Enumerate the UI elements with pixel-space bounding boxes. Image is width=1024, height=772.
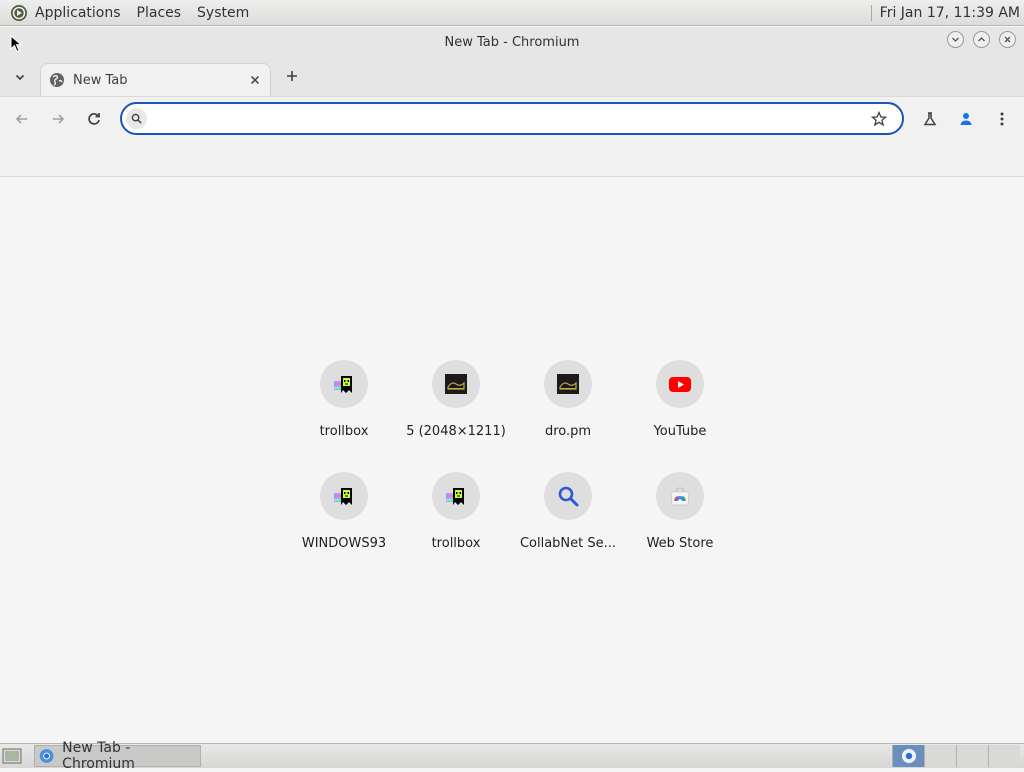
shortcut-label: YouTube: [653, 424, 707, 439]
shortcut-tile[interactable]: 5 (2048×1211): [400, 348, 512, 460]
top-panel: Applications Places System Fri Jan 17, 1…: [0, 0, 1024, 26]
shortcut-label: dro.pm: [544, 424, 592, 439]
shortcut-icon-circle: [320, 360, 368, 408]
trollbox-icon: [334, 376, 352, 393]
applications-menu[interactable]: Applications: [0, 0, 129, 25]
shortcut-icon-circle: [656, 360, 704, 408]
back-button[interactable]: [10, 107, 34, 131]
tab-strip: New Tab: [0, 57, 1024, 96]
panel-separator: [870, 4, 872, 21]
shortcut-label: trollbox: [431, 536, 481, 551]
shortcut-label: 5 (2048×1211): [406, 424, 506, 439]
tab-title: New Tab: [73, 72, 128, 88]
shortcut-tile[interactable]: YouTube: [624, 348, 736, 460]
trollbox-icon: [334, 488, 352, 505]
address-input[interactable]: [154, 108, 858, 130]
window-title: New Tab - Chromium: [444, 34, 580, 50]
chevron-down-icon: [15, 74, 25, 81]
labs-button[interactable]: [918, 107, 942, 131]
image-thumb-icon: [557, 374, 579, 394]
mouse-cursor-icon: [10, 35, 22, 53]
arrow-left-icon: [15, 114, 27, 124]
profile-button[interactable]: [954, 107, 978, 131]
menu-button[interactable]: [990, 107, 1014, 131]
chromium-icon: [901, 749, 916, 763]
workspace-switcher: [892, 745, 1020, 767]
distro-logo-icon: [11, 4, 27, 21]
reload-button[interactable]: [82, 107, 106, 131]
reload-icon: [88, 113, 100, 125]
close-icon: [1004, 36, 1011, 43]
shortcut-label: CollabNet Se...: [519, 536, 617, 551]
youtube-icon: [669, 377, 691, 392]
close-icon: [250, 75, 260, 85]
kebab-menu-icon: [1000, 112, 1004, 126]
shortcut-tile[interactable]: CollabNet Se...: [512, 460, 624, 572]
search-icon: [558, 486, 579, 507]
tab-search-button[interactable]: [8, 65, 32, 89]
tab-close-button[interactable]: [246, 71, 264, 89]
shortcut-tile[interactable]: Web Store: [624, 460, 736, 572]
shortcut-label: Web Store: [646, 536, 714, 551]
minimize-button[interactable]: [947, 31, 964, 48]
chevron-up-icon: [978, 37, 985, 42]
star-icon: [871, 111, 887, 127]
panel-clock[interactable]: Fri Jan 17, 11:39 AM: [880, 5, 1024, 21]
workspace-3[interactable]: [956, 745, 988, 767]
places-menu-label: Places: [136, 4, 182, 21]
show-desktop-icon[interactable]: [2, 747, 22, 765]
bookmark-star-button[interactable]: [870, 110, 888, 128]
image-thumb-icon: [445, 374, 467, 394]
webstore-icon: [670, 487, 690, 506]
profile-icon: [960, 113, 972, 125]
taskbar-item-label: New Tab - Chromium: [62, 740, 135, 772]
shortcut-icon-circle: [432, 472, 480, 520]
globe-icon: [50, 73, 64, 87]
arrow-right-icon: [53, 114, 65, 124]
applications-menu-label: Applications: [35, 4, 121, 21]
taskbar-item-chromium[interactable]: New Tab - Chromium: [34, 740, 201, 772]
system-menu[interactable]: System: [189, 0, 257, 25]
chromium-icon: [39, 749, 54, 763]
shortcut-tile[interactable]: trollbox: [288, 348, 400, 460]
system-menu-label: System: [197, 4, 250, 21]
shortcut-icon-circle: [656, 472, 704, 520]
chevron-down-icon: [952, 37, 959, 42]
bookmark-bar: [0, 140, 1024, 177]
workspace-4[interactable]: [988, 745, 1020, 767]
new-tab-page: trollbox 5 (2048×1211) dro.pm YouTube WI…: [0, 177, 1024, 743]
browser-toolbar: [0, 96, 1024, 140]
workspace-2[interactable]: [924, 745, 956, 767]
shortcut-tile[interactable]: trollbox: [400, 460, 512, 572]
tab-new-tab[interactable]: New Tab: [40, 63, 271, 96]
flask-icon: [923, 112, 937, 126]
forward-button[interactable]: [46, 107, 70, 131]
shortcut-tile[interactable]: dro.pm: [512, 348, 624, 460]
shortcut-label: trollbox: [319, 424, 369, 439]
new-tab-button[interactable]: [281, 65, 303, 87]
places-menu[interactable]: Places: [129, 0, 190, 25]
shortcut-icon-circle: [432, 360, 480, 408]
bottom-taskbar: New Tab - Chromium: [0, 740, 1024, 772]
shortcut-tile[interactable]: WINDOWS93: [288, 460, 400, 572]
maximize-button[interactable]: [973, 31, 990, 48]
shortcut-label: WINDOWS93: [301, 536, 387, 551]
trollbox-icon: [446, 488, 464, 505]
search-icon: [126, 108, 147, 129]
shortcut-icon-circle: [320, 472, 368, 520]
address-bar[interactable]: [120, 102, 904, 135]
shortcut-icon-circle: [544, 472, 592, 520]
shortcut-icon-circle: [544, 360, 592, 408]
plus-icon: [287, 71, 297, 81]
window-titlebar[interactable]: New Tab - Chromium: [0, 27, 1024, 57]
close-window-button[interactable]: [999, 31, 1016, 48]
workspace-1[interactable]: [892, 745, 924, 767]
